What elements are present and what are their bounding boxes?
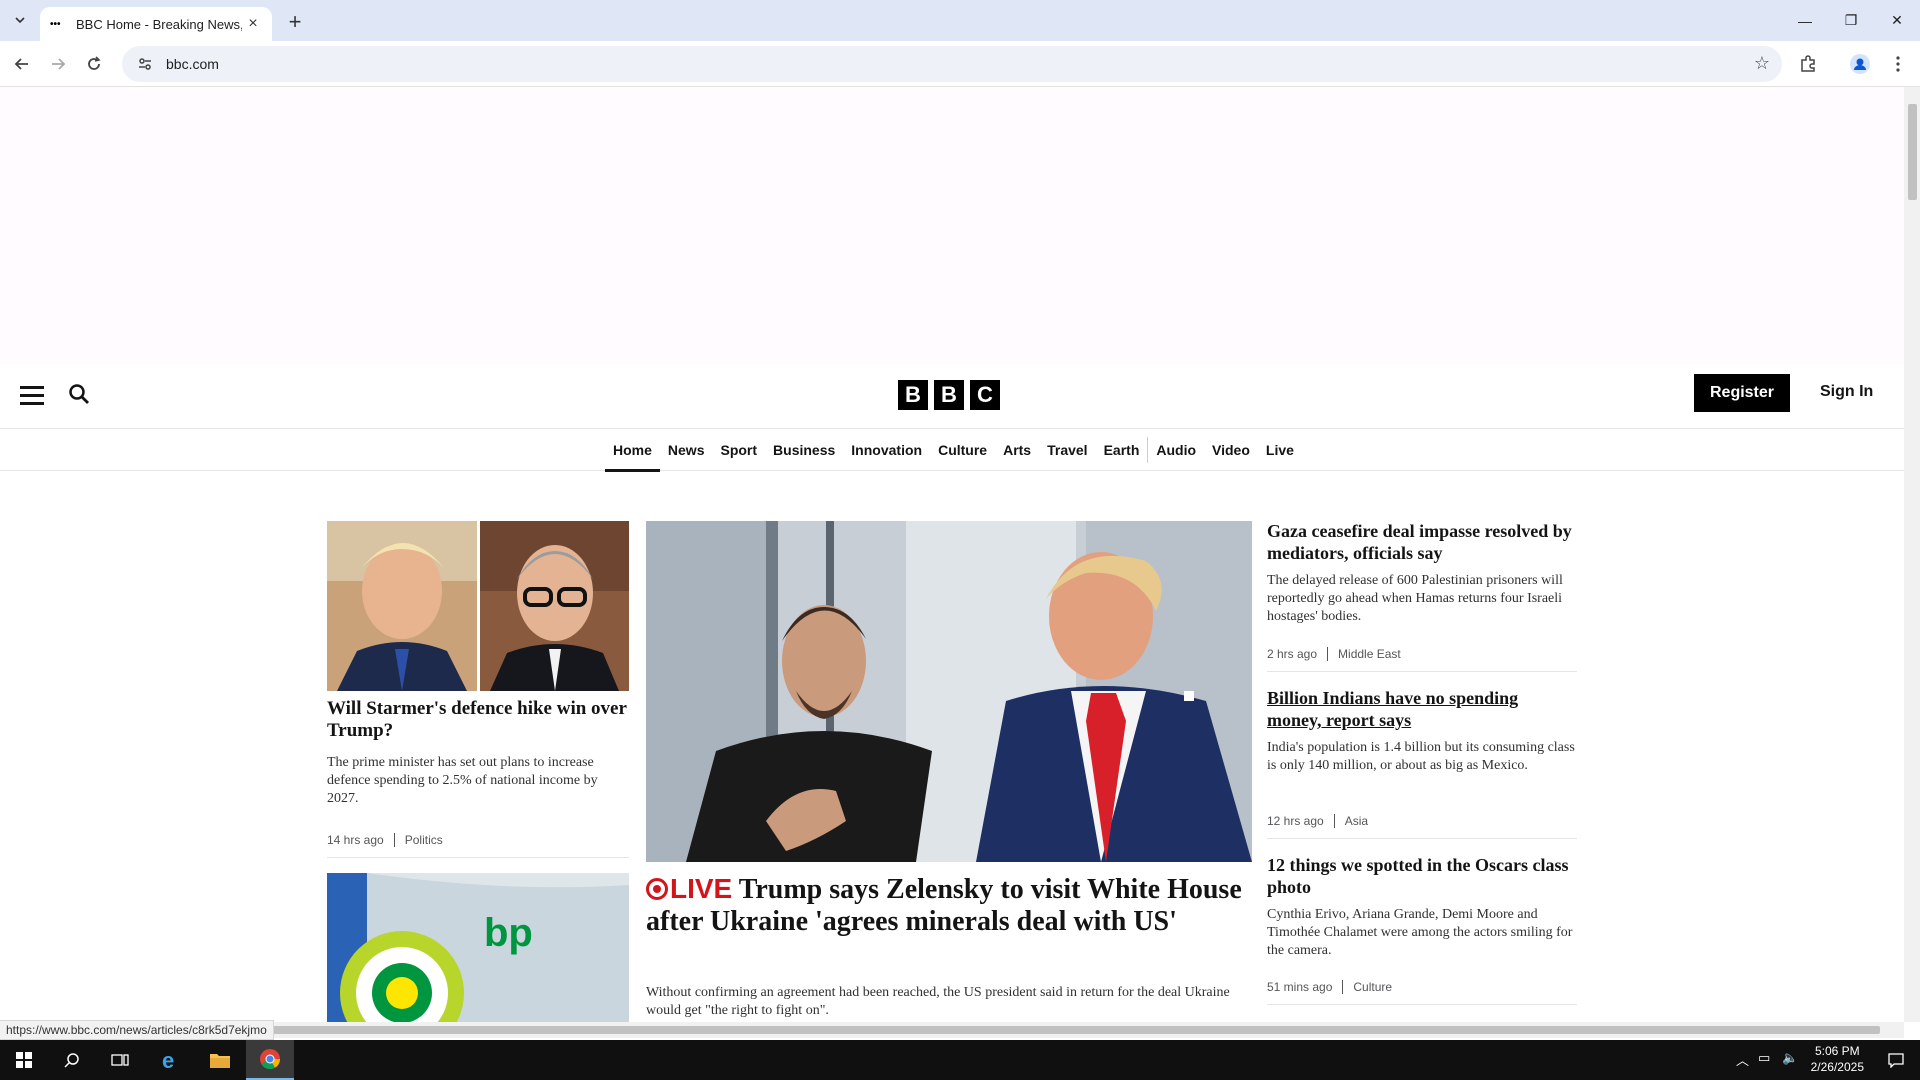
- taskbar-chrome[interactable]: [246, 1040, 294, 1080]
- right-story-meta: 2 hrs ago Middle East: [1267, 647, 1401, 661]
- tune-icon: [139, 58, 151, 70]
- story-time: 12 hrs ago: [1267, 814, 1324, 828]
- story-image-bp[interactable]: bp: [327, 873, 629, 1022]
- svg-text:e: e: [162, 1049, 174, 1071]
- folder-icon: [210, 1054, 230, 1068]
- back-button[interactable]: [8, 50, 36, 78]
- bookmark-star-icon[interactable]: ☆: [1754, 53, 1770, 74]
- reload-button[interactable]: [80, 50, 108, 78]
- left-story-meta: 14 hrs ago Politics: [327, 833, 443, 847]
- page-viewport: B B C Register Sign In Home News Sport B…: [0, 87, 1904, 1022]
- windows-logo-icon: [16, 1052, 32, 1068]
- windows-taskbar: e ︿ ▭ 🔈 5:06 PM 2/26/2025: [0, 1040, 1920, 1080]
- more-vertical-icon: [1896, 56, 1900, 72]
- right-story-summary: India's population is 1.4 billion but it…: [1267, 740, 1575, 773]
- url-text[interactable]: bbc.com: [166, 56, 219, 72]
- reload-icon: [88, 56, 101, 70]
- story-section-link[interactable]: Culture: [1353, 980, 1392, 994]
- tab-search-button[interactable]: [8, 8, 32, 32]
- main-content: Will Starmer's defence hike win over Tru…: [0, 87, 1904, 1022]
- bbc-favicon-icon: •••: [50, 18, 61, 30]
- puzzle-icon: [1801, 55, 1815, 72]
- story-time: 14 hrs ago: [327, 833, 384, 847]
- start-button[interactable]: [0, 1040, 48, 1080]
- live-badge: LIVE: [646, 873, 732, 904]
- horizontal-scrollbar[interactable]: [0, 1022, 1904, 1038]
- story-divider: [327, 857, 629, 858]
- restore-button[interactable]: ❐: [1828, 0, 1874, 41]
- profile-button[interactable]: [1846, 50, 1874, 78]
- chrome-icon: [260, 1049, 281, 1070]
- clock-time: 5:06 PM: [1814, 1044, 1860, 1058]
- vertical-scroll-thumb[interactable]: [1908, 104, 1917, 200]
- profile-avatar-icon: [1850, 54, 1870, 74]
- right-story-meta: 51 mins ago Culture: [1267, 980, 1392, 994]
- right-story-headline[interactable]: 12 things we spotted in the Oscars class…: [1267, 854, 1577, 898]
- action-center-button[interactable]: [1872, 1040, 1920, 1080]
- story-divider: [1267, 838, 1577, 839]
- right-story-meta: 12 hrs ago Asia: [1267, 814, 1368, 828]
- tab-title: BBC Home - Breaking News, W: [76, 16, 242, 32]
- story-divider: [1267, 671, 1577, 672]
- hero-summary: Without confirming an agreement had been…: [646, 985, 1230, 1018]
- hero-headline-text: Trump says Zelensky to visit White House…: [646, 874, 1242, 937]
- taskbar-file-explorer[interactable]: [196, 1040, 244, 1080]
- right-story-headline[interactable]: Billion Indians have no spending money, …: [1267, 687, 1577, 731]
- internet-explorer-icon: e: [162, 1049, 174, 1071]
- taskbar-clock[interactable]: 5:06 PM 2/26/2025: [1811, 1043, 1864, 1075]
- taskbar-search-button[interactable]: [48, 1040, 96, 1080]
- left-story-summary: The prime minister has set out plans to …: [327, 755, 598, 806]
- search-icon: [64, 1053, 79, 1068]
- close-window-button[interactable]: ✕: [1874, 0, 1920, 41]
- chevron-up-icon[interactable]: ︿: [1736, 1050, 1749, 1069]
- arrow-right-icon: [52, 58, 66, 70]
- browser-toolbar: bbc.com ☆: [0, 41, 1920, 87]
- status-bar-url: https://www.bbc.com/news/articles/c8rk5d…: [0, 1020, 274, 1040]
- right-story-headline[interactable]: Gaza ceasefire deal impasse resolved by …: [1267, 520, 1577, 564]
- clock-date: 2/26/2025: [1810, 1060, 1864, 1074]
- task-view-button[interactable]: [96, 1040, 144, 1080]
- site-info-button[interactable]: [130, 56, 160, 72]
- notification-icon: [1888, 1053, 1904, 1068]
- extensions-button[interactable]: [1794, 50, 1822, 78]
- story-section-link[interactable]: Middle East: [1338, 647, 1401, 661]
- story-section-link[interactable]: Asia: [1345, 814, 1368, 828]
- right-story-summary: The delayed release of 600 Palestinian p…: [1267, 573, 1563, 624]
- hero-headline[interactable]: LIVE Trump says Zelensky to visit White …: [646, 873, 1256, 938]
- bp-logo-text: bp: [484, 911, 533, 955]
- network-icon[interactable]: ▭: [1758, 1050, 1770, 1066]
- new-tab-button[interactable]: +: [282, 9, 308, 35]
- taskbar-ie[interactable]: e: [146, 1040, 194, 1080]
- story-divider: [1267, 1004, 1577, 1005]
- horizontal-scroll-thumb[interactable]: [2, 1026, 1880, 1034]
- forward-button[interactable]: [44, 50, 72, 78]
- close-tab-icon[interactable]: ×: [244, 15, 262, 33]
- story-section-link[interactable]: Politics: [405, 833, 443, 847]
- minimize-button[interactable]: —: [1782, 0, 1828, 41]
- live-dot-icon: [646, 878, 668, 900]
- chrome-menu-button[interactable]: [1884, 50, 1912, 78]
- hero-image-zelensky-trump[interactable]: [646, 521, 1252, 862]
- story-image-trump-starmer[interactable]: [327, 521, 629, 691]
- browser-tab[interactable]: ••• BBC Home - Breaking News, W ×: [40, 7, 272, 41]
- chevron-down-icon: [15, 17, 25, 24]
- volume-icon[interactable]: 🔈: [1782, 1050, 1798, 1066]
- arrow-left-icon: [14, 58, 28, 70]
- right-story-summary: Cynthia Erivo, Ariana Grande, Demi Moore…: [1267, 907, 1573, 958]
- task-view-icon: [111, 1054, 129, 1066]
- story-time: 2 hrs ago: [1267, 647, 1318, 661]
- left-story-headline[interactable]: Will Starmer's defence hike win over Tru…: [327, 698, 627, 742]
- story-time: 51 mins ago: [1267, 980, 1333, 994]
- address-bar[interactable]: bbc.com ☆: [122, 46, 1782, 82]
- vertical-scrollbar[interactable]: [1904, 87, 1920, 1022]
- browser-titlebar: ••• BBC Home - Breaking News, W × + — ❐ …: [0, 0, 1920, 41]
